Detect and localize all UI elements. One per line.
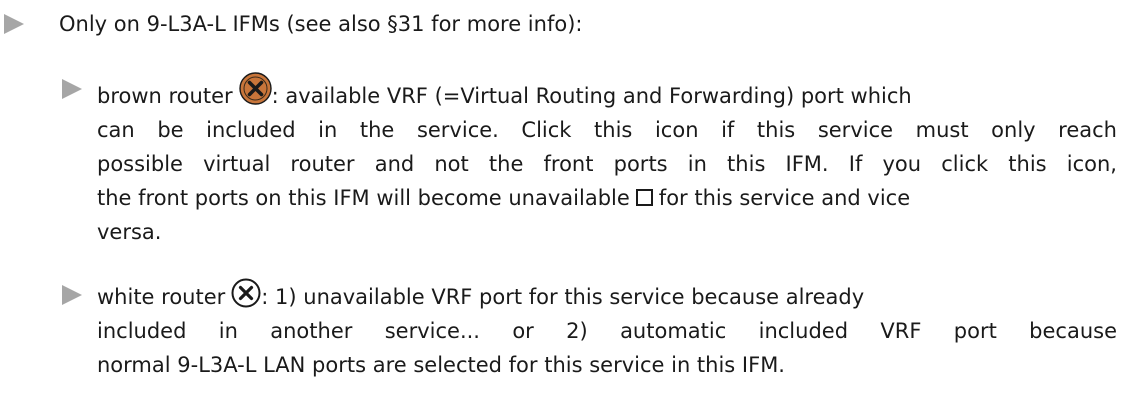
text-line: versa.	[97, 215, 1117, 249]
text-fragment: normal 9-L3A-L LAN ports are selected fo…	[97, 353, 785, 377]
text-fragment: the front ports on this IFM will become …	[97, 186, 630, 210]
text-fragment: possible virtual router and not the fron…	[97, 152, 1117, 176]
text-fragment: the front ports on this IFM will become …	[97, 181, 910, 215]
text-fragment: white router	[97, 285, 226, 309]
white-router-description: white router : 1) unavailable VRF port fo…	[97, 278, 1117, 382]
text-line: white router : 1) unavailable VRF port fo…	[97, 278, 1117, 314]
triangle-bullet-icon	[4, 14, 24, 34]
text-fragment: white router : 1) unavailable VRF port fo…	[97, 278, 864, 314]
text-line: brown router : available VRF (=Virtual Ro…	[97, 72, 1117, 113]
text-line: can be included in the service. Click th…	[97, 113, 1117, 147]
text-fragment: : available VRF (=Virtual Routing and Fo…	[271, 84, 912, 108]
checkbox-icon	[635, 189, 653, 206]
text-line: the front ports on this IFM will become …	[97, 181, 1117, 215]
text-fragment: for this service and vice	[658, 186, 911, 210]
text-fragment: versa.	[97, 220, 162, 244]
text-fragment: : 1) unavailable VRF port for this servi…	[261, 285, 865, 309]
text-line: included in another service... or 2) aut…	[97, 314, 1117, 348]
white-router-icon	[231, 278, 261, 308]
text-fragment: can be included in the service. Click th…	[97, 118, 1117, 142]
text-line: possible virtual router and not the fron…	[97, 147, 1117, 181]
brown-router-description: brown router : available VRF (=Virtual Ro…	[97, 72, 1117, 249]
triangle-bullet-icon	[62, 285, 82, 305]
text-fragment: brown router	[97, 84, 233, 108]
document-page: Only on 9-L3A-L IFMs (see also §31 for m…	[0, 0, 1144, 394]
triangle-bullet-icon	[62, 79, 82, 99]
text-fragment: brown router : available VRF (=Virtual Ro…	[97, 72, 912, 113]
text-line: normal 9-L3A-L LAN ports are selected fo…	[97, 348, 1117, 382]
text-fragment: included in another service... or 2) aut…	[97, 319, 1117, 343]
brown-router-icon	[238, 72, 272, 105]
heading-line: Only on 9-L3A-L IFMs (see also §31 for m…	[59, 12, 583, 36]
